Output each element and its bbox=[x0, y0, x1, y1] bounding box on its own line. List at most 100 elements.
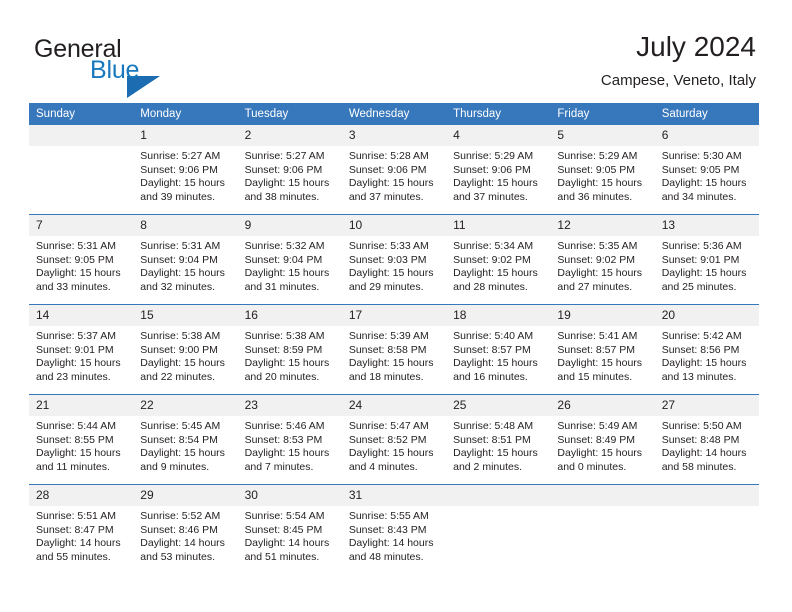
calendar-day-cell[interactable]: 26 Sunrise: 5:49 AM Sunset: 8:49 PM Dayligh… bbox=[550, 395, 655, 484]
sunrise-text: Sunrise: 5:31 AM bbox=[36, 240, 116, 252]
daylight-text-line2: and 16 minutes. bbox=[453, 370, 528, 383]
daylight-text-line1: Daylight: 15 hours bbox=[36, 357, 121, 370]
sunset-text: Sunset: 8:43 PM bbox=[348, 523, 427, 536]
daylight-text-line1: Daylight: 15 hours bbox=[140, 267, 225, 280]
day-number: 29 bbox=[133, 485, 238, 506]
day-number: 8 bbox=[133, 215, 238, 236]
calendar-day-cell[interactable]: 31 Sunrise: 5:55 AM Sunset: 8:43 PM Dayligh… bbox=[341, 485, 447, 574]
day-number: 27 bbox=[654, 395, 759, 416]
day-number: 2 bbox=[237, 125, 342, 146]
calendar-day-cell[interactable]: 29 Sunrise: 5:52 AM Sunset: 8:46 PM Dayligh… bbox=[133, 485, 238, 574]
day-details: Sunrise: 5:48 AM Sunset: 8:51 PM Daylight:… bbox=[446, 416, 550, 474]
calendar-day-cell[interactable]: 21 Sunrise: 5:44 AM Sunset: 8:55 PM Dayligh… bbox=[29, 395, 134, 484]
calendar-day-cell[interactable]: 12 Sunrise: 5:35 AM Sunset: 9:02 PM Dayligh… bbox=[550, 215, 655, 304]
sunset-text: Sunset: 8:48 PM bbox=[661, 433, 740, 446]
calendar-day-cell[interactable]: 8 Sunrise: 5:31 AM Sunset: 9:04 PM Daylight… bbox=[133, 215, 238, 304]
daylight-text-line1: Daylight: 15 hours bbox=[557, 447, 643, 460]
sunrise-text: Sunrise: 5:29 AM bbox=[557, 150, 638, 162]
calendar-cell: 18 Sunrise: 5:40 AM Sunset: 8:57 PM Dayligh… bbox=[446, 304, 551, 395]
day-number: 18 bbox=[446, 305, 551, 326]
day-details: Sunrise: 5:30 AM Sunset: 9:05 PM Daylight:… bbox=[655, 146, 759, 204]
sunset-text: Sunset: 8:51 PM bbox=[453, 433, 531, 446]
calendar-day-cell[interactable]: 27 Sunrise: 5:50 AM Sunset: 8:48 PM Dayligh… bbox=[654, 395, 759, 484]
day-details: Sunrise: 5:52 AM Sunset: 8:46 PM Daylight:… bbox=[133, 506, 237, 564]
calendar-day-cell[interactable]: 2 Sunrise: 5:27 AM Sunset: 9:06 PM Daylight… bbox=[237, 125, 342, 214]
sunset-text: Sunset: 8:46 PM bbox=[140, 523, 218, 536]
calendar-day-cell[interactable]: 1 Sunrise: 5:27 AM Sunset: 9:06 PM Daylight… bbox=[133, 125, 238, 214]
day-details: Sunrise: 5:27 AM Sunset: 9:06 PM Daylight:… bbox=[238, 146, 342, 204]
daylight-text-line1: Daylight: 14 hours bbox=[661, 447, 747, 460]
day-number: 4 bbox=[446, 125, 551, 146]
calendar-day-cell[interactable]: 3 Sunrise: 5:28 AM Sunset: 9:06 PM Daylight… bbox=[341, 125, 447, 214]
calendar-day-cell[interactable]: 4 Sunrise: 5:29 AM Sunset: 9:06 PM Daylight… bbox=[446, 125, 551, 214]
calendar-day-cell[interactable]: 14 Sunrise: 5:37 AM Sunset: 9:01 PM Dayligh… bbox=[29, 305, 134, 394]
sunrise-text: Sunrise: 5:40 AM bbox=[453, 330, 534, 342]
sunrise-text: Sunrise: 5:28 AM bbox=[348, 150, 429, 162]
day-details: Sunrise: 5:51 AM Sunset: 8:47 PM Daylight:… bbox=[29, 506, 133, 564]
sunrise-text: Sunrise: 5:41 AM bbox=[557, 330, 638, 342]
sunrise-text: Sunrise: 5:49 AM bbox=[557, 420, 638, 432]
sunset-text: Sunset: 8:55 PM bbox=[36, 433, 114, 446]
day-number: 17 bbox=[341, 305, 447, 326]
sunrise-text: Sunrise: 5:27 AM bbox=[140, 150, 221, 162]
sunset-text: Sunset: 9:06 PM bbox=[348, 163, 427, 176]
day-number: 15 bbox=[133, 305, 238, 326]
sunset-text: Sunset: 9:06 PM bbox=[453, 163, 531, 176]
daylight-text-line1: Daylight: 15 hours bbox=[453, 177, 538, 190]
day-details: Sunrise: 5:28 AM Sunset: 9:06 PM Daylight:… bbox=[342, 146, 446, 204]
calendar-cell: 24 Sunrise: 5:47 AM Sunset: 8:52 PM Dayligh… bbox=[341, 394, 447, 485]
calendar-day-cell[interactable]: 25 Sunrise: 5:48 AM Sunset: 8:51 PM Dayligh… bbox=[446, 395, 551, 484]
daylight-text-line2: and 34 minutes. bbox=[661, 190, 737, 203]
daylight-text-line1: Daylight: 15 hours bbox=[557, 267, 643, 280]
calendar-day-cell[interactable]: 11 Sunrise: 5:34 AM Sunset: 9:02 PM Dayligh… bbox=[446, 215, 551, 304]
calendar-day-cell[interactable]: 23 Sunrise: 5:46 AM Sunset: 8:53 PM Dayligh… bbox=[237, 395, 342, 484]
sunset-text: Sunset: 8:49 PM bbox=[557, 433, 636, 446]
calendar-cell: 20 Sunrise: 5:42 AM Sunset: 8:56 PM Dayligh… bbox=[654, 304, 759, 395]
calendar-day-cell[interactable]: 9 Sunrise: 5:32 AM Sunset: 9:04 PM Daylight… bbox=[237, 215, 342, 304]
daylight-text-line2: and 7 minutes. bbox=[244, 460, 314, 473]
sunrise-text: Sunrise: 5:47 AM bbox=[348, 420, 429, 432]
general-blue-logo[interactable]: General Blue bbox=[34, 36, 234, 98]
calendar-cell: 8 Sunrise: 5:31 AM Sunset: 9:04 PM Daylight… bbox=[133, 214, 238, 305]
calendar-cell: 25 Sunrise: 5:48 AM Sunset: 8:51 PM Dayligh… bbox=[446, 394, 551, 485]
day-number: 3 bbox=[341, 125, 447, 146]
calendar-cell: 19 Sunrise: 5:41 AM Sunset: 8:57 PM Dayligh… bbox=[550, 304, 655, 395]
daylight-text-line1: Daylight: 15 hours bbox=[453, 447, 538, 460]
sunset-text: Sunset: 9:06 PM bbox=[140, 163, 218, 176]
calendar-cell: 1 Sunrise: 5:27 AM Sunset: 9:06 PM Daylight… bbox=[133, 125, 238, 215]
day-number: 14 bbox=[29, 305, 134, 326]
day-number: 7 bbox=[29, 215, 134, 236]
calendar-day-cell[interactable]: 16 Sunrise: 5:38 AM Sunset: 8:59 PM Dayligh… bbox=[237, 305, 342, 394]
calendar-cell: 17 Sunrise: 5:39 AM Sunset: 8:58 PM Dayligh… bbox=[341, 304, 447, 395]
calendar-day-cell[interactable]: 30 Sunrise: 5:54 AM Sunset: 8:45 PM Dayligh… bbox=[237, 485, 342, 574]
calendar-cell: 4 Sunrise: 5:29 AM Sunset: 9:06 PM Daylight… bbox=[446, 125, 551, 215]
calendar-day-cell[interactable]: 5 Sunrise: 5:29 AM Sunset: 9:05 PM Daylight… bbox=[550, 125, 655, 214]
day-details: Sunrise: 5:31 AM Sunset: 9:04 PM Daylight:… bbox=[133, 236, 237, 294]
sunset-text: Sunset: 8:57 PM bbox=[557, 343, 636, 356]
daylight-text-line1: Daylight: 15 hours bbox=[244, 267, 330, 280]
calendar-cell: 6 Sunrise: 5:30 AM Sunset: 9:05 PM Daylight… bbox=[654, 125, 759, 215]
calendar-cell: 22 Sunrise: 5:45 AM Sunset: 8:54 PM Dayligh… bbox=[133, 394, 238, 485]
calendar-day-cell[interactable]: 7 Sunrise: 5:31 AM Sunset: 9:05 PM Daylight… bbox=[29, 215, 134, 304]
calendar-day-cell[interactable]: 19 Sunrise: 5:41 AM Sunset: 8:57 PM Dayligh… bbox=[550, 305, 655, 394]
calendar-day-cell[interactable]: 20 Sunrise: 5:42 AM Sunset: 8:56 PM Dayligh… bbox=[654, 305, 759, 394]
daylight-text-line2: and 15 minutes. bbox=[557, 370, 633, 383]
calendar-day-cell[interactable]: 18 Sunrise: 5:40 AM Sunset: 8:57 PM Dayligh… bbox=[446, 305, 551, 394]
day-details: Sunrise: 5:33 AM Sunset: 9:03 PM Daylight:… bbox=[342, 236, 446, 294]
calendar-day-cell[interactable]: 15 Sunrise: 5:38 AM Sunset: 9:00 PM Dayligh… bbox=[133, 305, 238, 394]
calendar-cell: 12 Sunrise: 5:35 AM Sunset: 9:02 PM Dayligh… bbox=[550, 214, 655, 305]
sunset-text: Sunset: 8:45 PM bbox=[244, 523, 323, 536]
day-details: Sunrise: 5:35 AM Sunset: 9:02 PM Daylight:… bbox=[550, 236, 654, 294]
calendar-day-cell[interactable]: 6 Sunrise: 5:30 AM Sunset: 9:05 PM Daylight… bbox=[654, 125, 759, 214]
calendar-day-cell[interactable]: 22 Sunrise: 5:45 AM Sunset: 8:54 PM Dayligh… bbox=[133, 395, 238, 484]
calendar-day-cell[interactable]: 17 Sunrise: 5:39 AM Sunset: 8:58 PM Dayligh… bbox=[341, 305, 447, 394]
calendar-day-cell[interactable]: 10 Sunrise: 5:33 AM Sunset: 9:03 PM Dayligh… bbox=[341, 215, 447, 304]
sunrise-text: Sunrise: 5:46 AM bbox=[244, 420, 325, 432]
sunset-text: Sunset: 9:00 PM bbox=[140, 343, 218, 356]
calendar-day-cell[interactable]: 24 Sunrise: 5:47 AM Sunset: 8:52 PM Dayligh… bbox=[341, 395, 447, 484]
calendar-cell: 26 Sunrise: 5:49 AM Sunset: 8:49 PM Dayligh… bbox=[550, 394, 655, 485]
calendar-day-cell[interactable]: 28 Sunrise: 5:51 AM Sunset: 8:47 PM Dayligh… bbox=[29, 485, 134, 574]
day-number: 30 bbox=[237, 485, 342, 506]
calendar-cell bbox=[550, 484, 655, 574]
calendar-day-cell[interactable]: 13 Sunrise: 5:36 AM Sunset: 9:01 PM Dayligh… bbox=[654, 215, 759, 304]
